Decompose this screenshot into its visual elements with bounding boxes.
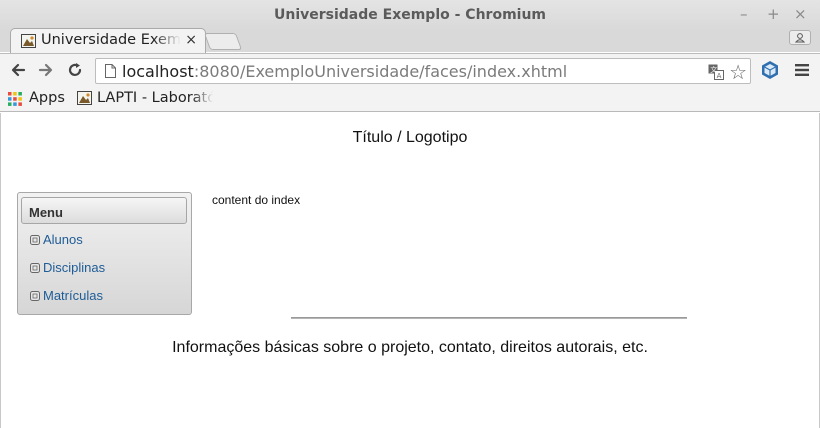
bookmark-lapti[interactable]: LAPTI - Laboratório [97, 90, 213, 106]
bookmark-star-icon[interactable]: ☆ [729, 60, 747, 85]
menu-header[interactable]: Menu [21, 197, 187, 224]
profile-button[interactable] [789, 30, 811, 45]
new-tab-button[interactable] [203, 33, 243, 50]
url-text: localhost:8080/ExemploUniversidade/faces… [122, 62, 567, 81]
window-titlebar: Universidade Exemplo - Chromium – + × [0, 0, 820, 30]
site-footer-text: Informações básicas sobre o projeto, con… [172, 339, 648, 356]
svg-text:A: A [717, 72, 722, 80]
menu-hamburger-icon[interactable] [794, 63, 810, 77]
menu-bullet-icon [30, 235, 40, 245]
apps-grid-icon[interactable] [8, 92, 22, 106]
page-viewport: Título / Logotipo Menu Alunos Disciplina… [0, 113, 820, 428]
menu-item-label[interactable]: Matrículas [43, 288, 103, 303]
forward-arrow-icon[interactable] [37, 61, 55, 79]
back-arrow-icon[interactable] [9, 61, 27, 79]
address-bar[interactable]: localhost:8080/ExemploUniversidade/faces… [95, 58, 751, 84]
close-window-button[interactable]: × [794, 5, 807, 23]
bookmark-favicon-icon [77, 91, 92, 105]
side-menu: Menu Alunos Disciplinas Matrículas [17, 192, 192, 315]
window-title: Universidade Exemplo - Chromium [273, 7, 547, 23]
menu-bullet-icon [30, 263, 40, 273]
url-path: :8080/ExemploUniversidade/faces/index.xh… [193, 62, 568, 81]
tab-title: Universidade Exemplo - Chromium [41, 32, 181, 48]
tab-favicon-icon [21, 34, 36, 48]
tab-close-icon[interactable]: × [185, 32, 197, 48]
site-header-title: Título / Logotipo [352, 129, 468, 146]
footer-divider [291, 317, 687, 319]
page-icon [105, 64, 116, 78]
user-icon [794, 33, 806, 43]
reload-icon[interactable] [66, 61, 84, 79]
extension-cube-icon[interactable] [760, 60, 780, 80]
minimize-button[interactable]: – [740, 5, 748, 23]
main-content-text: content do index [212, 193, 301, 207]
menu-bullet-icon [30, 291, 40, 301]
url-host: localhost [122, 62, 194, 81]
menu-item-label[interactable]: Alunos [43, 232, 83, 247]
browser-toolbar: localhost:8080/ExemploUniversidade/faces… [0, 53, 820, 88]
tab-universidade-exemplo[interactable]: Universidade Exemplo - Chromium × [10, 28, 206, 53]
translate-icon[interactable]: 文 A [708, 64, 724, 80]
bookmarks-bar: Apps LAPTI - Laboratório [0, 88, 820, 112]
maximize-button[interactable]: + [767, 5, 780, 23]
bookmark-apps-label[interactable]: Apps [29, 90, 65, 106]
menu-item-label[interactable]: Disciplinas [43, 260, 105, 275]
